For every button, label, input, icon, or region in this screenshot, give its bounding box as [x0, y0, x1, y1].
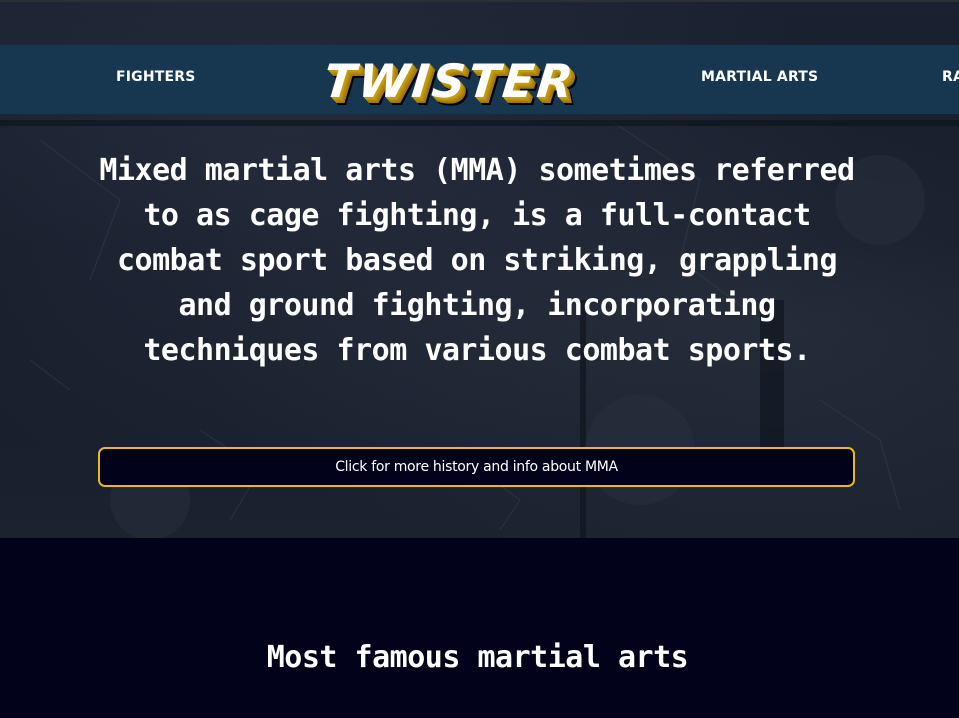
nav-link-fighters[interactable]: FIGHTERS — [116, 69, 196, 85]
hero-intro-text: Mixed martial arts (MMA) sometimes refer… — [99, 153, 855, 368]
nav-link-martial-arts[interactable]: MARTIAL ARTS — [701, 69, 818, 85]
nav-link-partial[interactable]: RA — [942, 69, 959, 85]
more-info-button[interactable]: Click for more history and info about MM… — [98, 447, 855, 487]
section-title: Most famous martial arts — [266, 640, 689, 675]
navbar: FIGHTERS TWISTER MARTIAL ARTS RA — [0, 45, 959, 114]
top-border — [0, 0, 959, 2]
page: FIGHTERS TWISTER MARTIAL ARTS RA Mixed m… — [0, 0, 959, 718]
site-logo[interactable]: TWISTER — [321, 53, 578, 109]
